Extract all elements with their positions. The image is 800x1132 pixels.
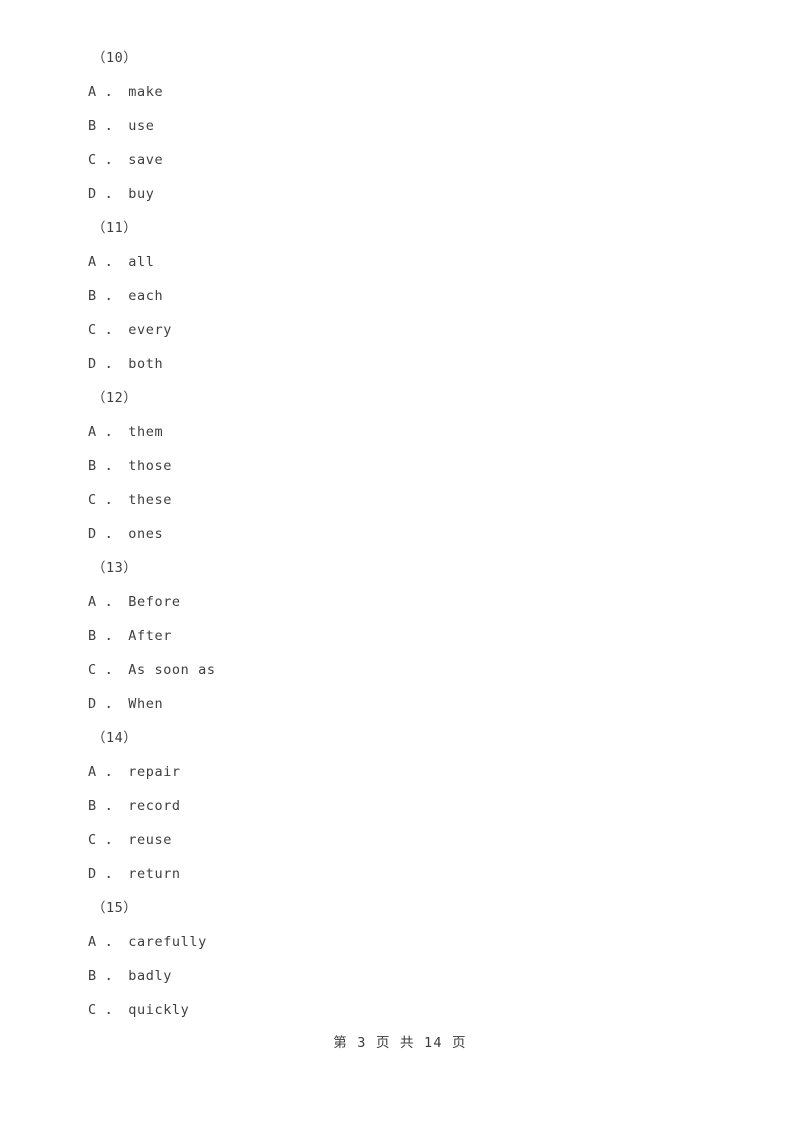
answer-option[interactable]: B ． those [0,449,800,483]
question-block: （12） A ． them B ． those C ． these D ． ones [0,381,800,551]
answer-option[interactable]: B ． After [0,619,800,653]
answer-option[interactable]: A ． Before [0,585,800,619]
question-block: （14） A ． repair B ． record C ． reuse D ． ret… [0,721,800,891]
answer-option[interactable]: D ． ones [0,517,800,551]
answer-option[interactable]: C ． reuse [0,823,800,857]
answer-option[interactable]: D ． both [0,347,800,381]
answer-option[interactable]: C ． quickly [0,993,800,1027]
answer-option[interactable]: D ． When [0,687,800,721]
answer-option[interactable]: A ． make [0,75,800,109]
answer-option[interactable]: B ． badly [0,959,800,993]
answer-option[interactable]: B ． use [0,109,800,143]
answer-option[interactable]: A ． them [0,415,800,449]
question-number: （13） [92,560,138,576]
answer-option[interactable]: B ． each [0,279,800,313]
answer-option[interactable]: C ． As soon as [0,653,800,687]
question-block: （10） A ． make B ． use C ． save D ． buy [0,41,800,211]
question-number: （12） [92,390,138,406]
answer-option[interactable]: C ． every [0,313,800,347]
answer-option[interactable]: A ． all [0,245,800,279]
question-number: （14） [92,730,138,746]
answer-option[interactable]: D ． return [0,857,800,891]
question-block: （15） A ． carefully B ． badly C ． quickly [0,891,800,1027]
page-footer: 第 3 页 共 14 页 [333,1035,467,1051]
question-number: （15） [92,900,138,916]
question-block: （11） A ． all B ． each C ． every D ． both [0,211,800,381]
answer-option[interactable]: A ． carefully [0,925,800,959]
question-block: （13） A ． Before B ． After C ． As soon as D ．… [0,551,800,721]
answer-option[interactable]: A ． repair [0,755,800,789]
answer-option[interactable]: B ． record [0,789,800,823]
answer-option[interactable]: C ． save [0,143,800,177]
document-page: （10） A ． make B ． use C ． save D ． buy （11） A … [0,0,800,1132]
question-list: （10） A ． make B ． use C ． save D ． buy （11） A … [0,0,800,1027]
answer-option[interactable]: C ． these [0,483,800,517]
answer-option[interactable]: D ． buy [0,177,800,211]
question-number: （10） [92,50,138,66]
question-number: （11） [92,220,138,236]
